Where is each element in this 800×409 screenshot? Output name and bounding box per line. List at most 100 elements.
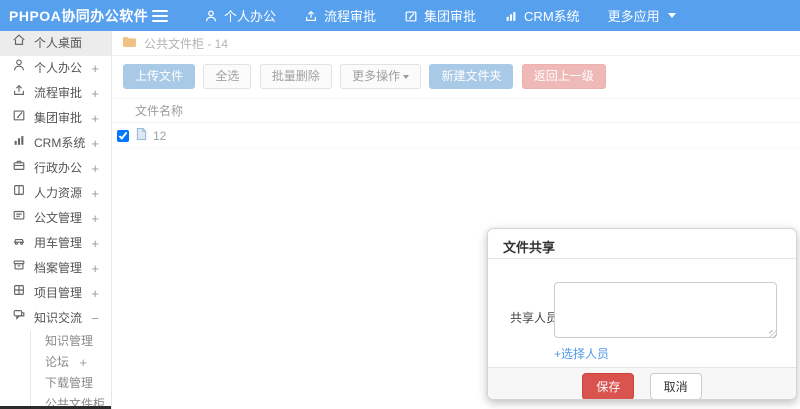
nav-label: 流程审批 (324, 9, 377, 24)
nav-crm-system[interactable]: CRM系统 (504, 6, 580, 25)
sidebar-subitem-label: 论坛 (45, 355, 70, 369)
modal-footer: 保存 取消 (488, 367, 796, 399)
sidebar-subitem-label: 知识管理 (45, 334, 94, 348)
sidebar-item-doc-management[interactable]: 公文管理 + (0, 206, 111, 231)
row-checkbox[interactable] (117, 130, 129, 143)
expand-icon[interactable]: + (79, 352, 87, 373)
nav-label: 个人办公 (224, 9, 277, 24)
sidebar-item-forum[interactable]: 论坛 + (31, 352, 111, 373)
sidebar-item-label: 集团审批 (34, 111, 83, 125)
expand-icon[interactable]: + (91, 131, 99, 156)
sidebar-item-label: CRM系统 (34, 136, 86, 150)
sidebar-item-group-approval[interactable]: 集团审批 + (0, 106, 111, 131)
sidebar: 个人桌面 个人办公 + 流程审批 + 集团审批 + CRM系统 + 行政办公 +… (0, 31, 112, 409)
nav-label: CRM系统 (524, 9, 580, 24)
cancel-button[interactable]: 取消 (649, 373, 702, 399)
sidebar-item-label: 个人办公 (34, 61, 83, 75)
app-logo: PHPOA协同办公软件 (9, 7, 149, 24)
table-row[interactable]: 12 (113, 123, 800, 150)
archive-icon (12, 256, 26, 281)
share-personnel-label: 共享人员 (510, 311, 559, 325)
sidebar-item-crm[interactable]: CRM系统 + (0, 131, 111, 156)
select-all-button[interactable]: 全选 (203, 64, 252, 90)
briefcase-icon (12, 156, 26, 181)
sidebar-submenu-knowledge: 知识管理 论坛 + 下载管理 公共文件柜 (30, 331, 111, 409)
folder-icon (122, 35, 137, 51)
toolbar: 上传文件 全选 批量删除 更多操作 新建文件夹 返回上一级 (113, 56, 800, 100)
edit-icon (12, 106, 26, 131)
book-icon (12, 181, 26, 206)
batch-delete-button[interactable]: 批量删除 (259, 64, 332, 90)
home-icon (12, 31, 26, 56)
hamburger-menu-icon[interactable] (152, 9, 168, 22)
document-icon (12, 206, 26, 231)
more-actions-button[interactable]: 更多操作 (340, 64, 422, 90)
top-bar: PHPOA协同办公软件 个人办公 流程审批 集团审批 CRM系统 更多应用 (0, 0, 800, 31)
chart-icon (504, 9, 518, 23)
share-personnel-input[interactable] (554, 282, 777, 338)
sidebar-item-label: 流程审批 (34, 86, 83, 100)
sidebar-item-download-management[interactable]: 下载管理 (31, 373, 111, 394)
expand-icon[interactable]: + (91, 206, 99, 231)
caret-down-icon (403, 74, 410, 79)
sidebar-item-label: 知识交流 (34, 311, 83, 325)
sidebar-item-archive-management[interactable]: 档案管理 + (0, 256, 111, 281)
nav-label: 集团审批 (424, 9, 477, 24)
save-button[interactable]: 保存 (582, 373, 635, 399)
nav-group-approval[interactable]: 集团审批 (404, 6, 476, 25)
collapse-icon[interactable]: − (91, 306, 99, 331)
modal-title: 文件共享 (503, 240, 556, 255)
expand-icon[interactable]: + (91, 231, 99, 256)
user-icon (204, 9, 218, 23)
file-name[interactable]: 12 (153, 129, 166, 143)
flow-icon (12, 81, 26, 106)
flow-icon (304, 9, 318, 23)
sidebar-item-admin-office[interactable]: 行政办公 + (0, 156, 111, 181)
resize-grip-icon[interactable] (769, 330, 777, 338)
sidebar-item-knowledge-exchange[interactable]: 知识交流 − (0, 306, 111, 331)
sidebar-item-personal-desktop[interactable]: 个人桌面 (0, 31, 111, 56)
sidebar-item-label: 公文管理 (34, 211, 83, 225)
sidebar-item-flow-approval[interactable]: 流程审批 + (0, 81, 111, 106)
expand-icon[interactable]: + (91, 281, 99, 306)
file-table: 文件名称 12 (113, 99, 800, 150)
sidebar-item-label: 项目管理 (34, 286, 83, 300)
new-folder-button[interactable]: 新建文件夹 (429, 64, 514, 90)
expand-icon[interactable]: + (91, 81, 99, 106)
sidebar-item-personal-office[interactable]: 个人办公 + (0, 56, 111, 81)
more-actions-label: 更多操作 (352, 69, 401, 83)
user-icon (12, 56, 26, 81)
sidebar-subitem-label: 下载管理 (45, 376, 94, 390)
sidebar-item-label: 行政办公 (34, 161, 83, 175)
sidebar-item-label: 档案管理 (34, 261, 83, 275)
expand-icon[interactable]: + (91, 156, 99, 181)
upload-file-button[interactable]: 上传文件 (123, 64, 196, 90)
sidebar-item-hr[interactable]: 人力资源 + (0, 181, 111, 206)
sidebar-item-label: 人力资源 (34, 186, 83, 200)
edit-icon (404, 9, 418, 23)
sidebar-item-project-management[interactable]: 项目管理 + (0, 281, 111, 306)
project-icon (12, 281, 26, 306)
expand-icon[interactable]: + (91, 106, 99, 131)
car-icon (12, 231, 26, 256)
file-icon (135, 127, 148, 144)
select-personnel-link[interactable]: +选择人员 (554, 345, 609, 362)
nav-label: 更多应用 (607, 9, 660, 24)
expand-icon[interactable]: + (91, 181, 99, 206)
chat-icon (12, 306, 26, 331)
breadcrumb-text: 公共文件柜 - 14 (144, 36, 229, 51)
nav-personal-office[interactable]: 个人办公 (204, 6, 276, 25)
table-header-file-name: 文件名称 (113, 99, 800, 124)
back-button[interactable]: 返回上一级 (521, 64, 606, 90)
modal-body: 共享人员 +选择人员 (488, 259, 796, 367)
sidebar-item-knowledge-management[interactable]: 知识管理 (31, 331, 111, 352)
nav-flow-approval[interactable]: 流程审批 (304, 6, 376, 25)
sidebar-item-vehicle-management[interactable]: 用车管理 + (0, 231, 111, 256)
nav-more-apps[interactable]: 更多应用 (608, 6, 676, 25)
file-share-modal: 文件共享 共享人员 +选择人员 保存 取消 (487, 228, 797, 400)
expand-icon[interactable]: + (91, 56, 99, 81)
app-window: PHPOA协同办公软件 个人办公 流程审批 集团审批 CRM系统 更多应用 个人… (0, 0, 800, 409)
expand-icon[interactable]: + (91, 256, 99, 281)
breadcrumb: 公共文件柜 - 14 (113, 31, 800, 56)
caret-down-icon (667, 13, 676, 18)
